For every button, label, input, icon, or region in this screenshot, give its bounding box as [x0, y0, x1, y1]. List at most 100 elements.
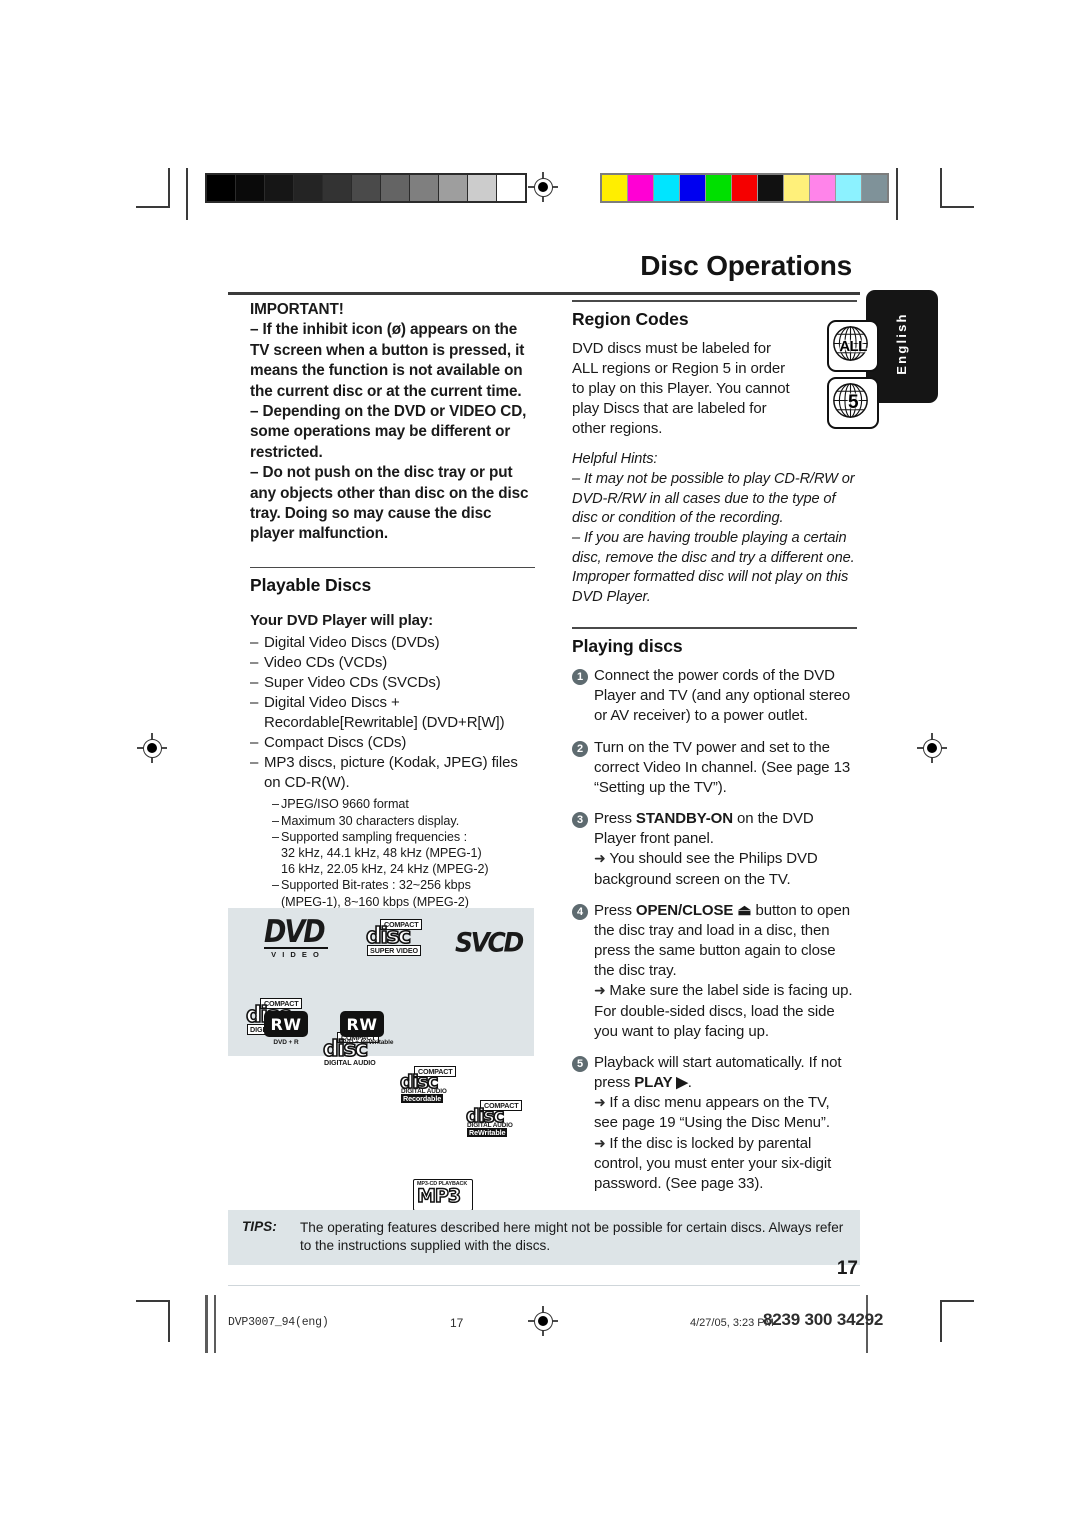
step-text: Connect the power cords of the DVD Playe…: [594, 666, 857, 727]
list-item-label: Compact Discs (CDs): [264, 734, 407, 752]
list-item: – Digital Video Discs + Recordable[Rewri…: [250, 693, 535, 733]
list-item: – Video CDs (VCDs): [250, 653, 535, 673]
dash-bullet: –: [250, 693, 259, 711]
playable-discs-heading: Playable Discs: [250, 575, 372, 596]
step-note-text: If the disc is locked by parental contro…: [594, 1134, 832, 1192]
dash-bullet: –: [250, 653, 259, 671]
list-item-label: Video CDs (VCDs): [264, 653, 388, 671]
important-item: – Depending on the DVD or VIDEO CD, some…: [250, 403, 527, 461]
helpful-hint-item: – It may not be possible to play CD-R/RW…: [572, 471, 855, 527]
list-item-label: MP3 discs, picture (Kodak, JPEG) files o…: [264, 754, 518, 792]
sub-list-item: – Supported sampling frequencies :: [272, 829, 535, 845]
dvd-video-logo-caption: V I D E O: [271, 950, 321, 959]
logo-bottom-label: SUPER VIDEO: [367, 945, 422, 956]
rw-badge: RW: [340, 1011, 384, 1037]
list-item: – MP3 discs, picture (Kodak, JPEG) files…: [250, 753, 535, 793]
instruction-step: 1 Connect the power cords of the DVD Play…: [572, 666, 857, 727]
sub-list-continuation: 16 kHz, 22.05 kHz, 24 kHz (MPEG-2): [281, 862, 489, 877]
footer-divider: [228, 1285, 860, 1286]
dash-bullet: –: [250, 734, 259, 752]
svcd-logo: SVCD: [455, 927, 524, 958]
sub-list-item: – JPEG/ISO 9660 format: [272, 796, 535, 812]
logo-bottom-label: DIGITAL AUDIO: [324, 1058, 376, 1067]
playable-discs-list: Your DVD Player will play: – Digital Vid…: [250, 611, 535, 926]
disc-format-logo-panel: DVD V I D E O COMPACT disc SUPER VIDEO S…: [228, 908, 534, 1211]
footer-sku: 8239 300 34292: [763, 1310, 884, 1329]
mp3-logo-word: MP3: [416, 1185, 462, 1207]
right-column: Region Codes ALL 5 DVD discs must be lab…: [572, 300, 879, 1205]
step-note: ➜ If the disc is locked by parental cont…: [594, 1134, 857, 1195]
step-note: ➜ You should see the Philips DVD backgro…: [594, 849, 857, 889]
dash-bullet: –: [250, 673, 259, 691]
page-title: Disc Operations: [640, 250, 852, 281]
page-number: 17: [836, 1258, 858, 1279]
list-item-label: Digital Video Discs (DVDs): [264, 633, 440, 651]
arrow-icon: ➜: [594, 1094, 610, 1111]
playable-discs-section: Playable Discs Your DVD Player will play…: [250, 566, 535, 926]
step-text-part: .: [687, 1074, 692, 1092]
dash-bullet: –: [250, 633, 259, 651]
playing-discs-heading: Playing discs: [572, 636, 683, 657]
sub-list-item-label: JPEG/ISO 9660 format: [281, 797, 409, 812]
footer-rule-left: [205, 1295, 208, 1353]
logo-bottom-label-2: ReWritable: [467, 1128, 508, 1137]
region-all-icon-label: ALL: [839, 337, 867, 355]
section-divider: [572, 627, 857, 630]
instruction-step: 3 Press STANDBY-ON on the DVD Player fron…: [572, 809, 857, 890]
dvd-plus-rewritable-logo: RW DVD + ReWritable: [340, 1011, 393, 1046]
helpful-hints-block: Helpful Hints: – It may not be possible …: [572, 450, 857, 607]
list-item: – Super Video CDs (SVCDs): [250, 673, 535, 693]
list-item: – Digital Video Discs (DVDs): [250, 633, 535, 653]
region-5-icon-label: 5: [848, 392, 859, 413]
title-divider: [228, 292, 860, 295]
region-codes-body: DVD discs must be labeled for ALL region…: [572, 339, 790, 438]
list-item-label: Digital Video Discs + Recordable[Rewrita…: [264, 693, 505, 731]
step-emphasis: STANDBY-ON: [635, 810, 733, 828]
sub-list-item: – Maximum 30 characters display.: [272, 813, 535, 829]
sub-list-item: – Supported Bit-rates : 32~256 kbps: [272, 877, 535, 893]
dvd-video-logo: DVD V I D E O: [264, 914, 328, 959]
step-text: Press OPEN/CLOSE ⏏ button to open the di…: [594, 901, 857, 1042]
arrow-icon: ➜: [594, 1134, 610, 1151]
instruction-step: 2 Turn on the TV power and set to the cor…: [572, 738, 857, 799]
helpful-hints-heading: Helpful Hints:: [572, 451, 658, 468]
footer-rule-left-2: [214, 1295, 216, 1353]
playing-discs-steps: 1 Connect the power cords of the DVD Play…: [572, 666, 857, 1194]
footer-file-name: DVP3007_94(eng): [228, 1316, 329, 1329]
list-item: – Compact Discs (CDs): [250, 733, 535, 753]
manual-page: Disc Operations English IMPORTANT! – If …: [0, 0, 1080, 1528]
instruction-step: 4 Press OPEN/CLOSE ⏏ button to open the d…: [572, 901, 857, 1042]
step-note: ➜ If a disc menu appears on the TV, see …: [594, 1093, 857, 1133]
dvd-video-logo-word: DVD: [264, 914, 326, 951]
compact-disc-recordable-logo: COMPACT disc DIGITAL AUDIO Recordable: [399, 1066, 462, 1103]
important-item: – If the inhibit icon (ø) appears on the…: [250, 321, 525, 400]
footer-page-number: 17: [450, 1316, 464, 1330]
sub-list-item-label: Supported sampling frequencies :: [281, 829, 468, 844]
important-block: IMPORTANT! – If the inhibit icon (ø) app…: [250, 300, 535, 545]
step-emphasis: PLAY ▶: [634, 1074, 688, 1092]
sub-list-continuation: 32 kHz, 44.1 kHz, 48 kHz (MPEG-1): [281, 846, 482, 861]
step-text-part: Playback will start automatically. If no…: [594, 1053, 842, 1092]
dash-bullet: –: [272, 797, 279, 812]
left-column: IMPORTANT! – If the inhibit icon (ø) app…: [250, 300, 535, 926]
arrow-icon: ➜: [594, 850, 610, 867]
rw-caption: DVD + R: [273, 1039, 299, 1046]
tips-label: TIPS:: [242, 1219, 277, 1234]
step-number-badge: 5: [572, 1055, 588, 1072]
footer-timestamp: 4/27/05, 3:23 PM: [690, 1317, 774, 1329]
important-heading: IMPORTANT!: [250, 301, 344, 318]
step-text-part: Connect the power cords of the DVD Playe…: [594, 667, 851, 725]
playing-discs-section: Playing discs 1 Connect the power cords o…: [572, 627, 857, 1194]
sub-list-item-label: Supported Bit-rates : 32~256 kbps: [281, 878, 471, 893]
step-number-badge: 3: [572, 812, 588, 829]
arrow-icon: ➜: [594, 982, 610, 999]
important-item: – Do not push on the disc tray or put an…: [250, 464, 529, 543]
playable-discs-sublist: – JPEG/ISO 9660 format – Maximum 30 char…: [272, 796, 535, 926]
sub-list-item-label: Maximum 30 characters display.: [281, 813, 460, 828]
step-text-part: Press: [594, 901, 636, 919]
playable-discs-subheading: Your DVD Player will play:: [250, 612, 434, 630]
svcd-logo-word: SVCD: [455, 927, 524, 958]
step-text: Playback will start automatically. If no…: [594, 1053, 857, 1194]
step-number-badge: 1: [572, 669, 588, 686]
region-codes-section: Region Codes ALL 5 DVD discs must be lab…: [572, 300, 879, 607]
